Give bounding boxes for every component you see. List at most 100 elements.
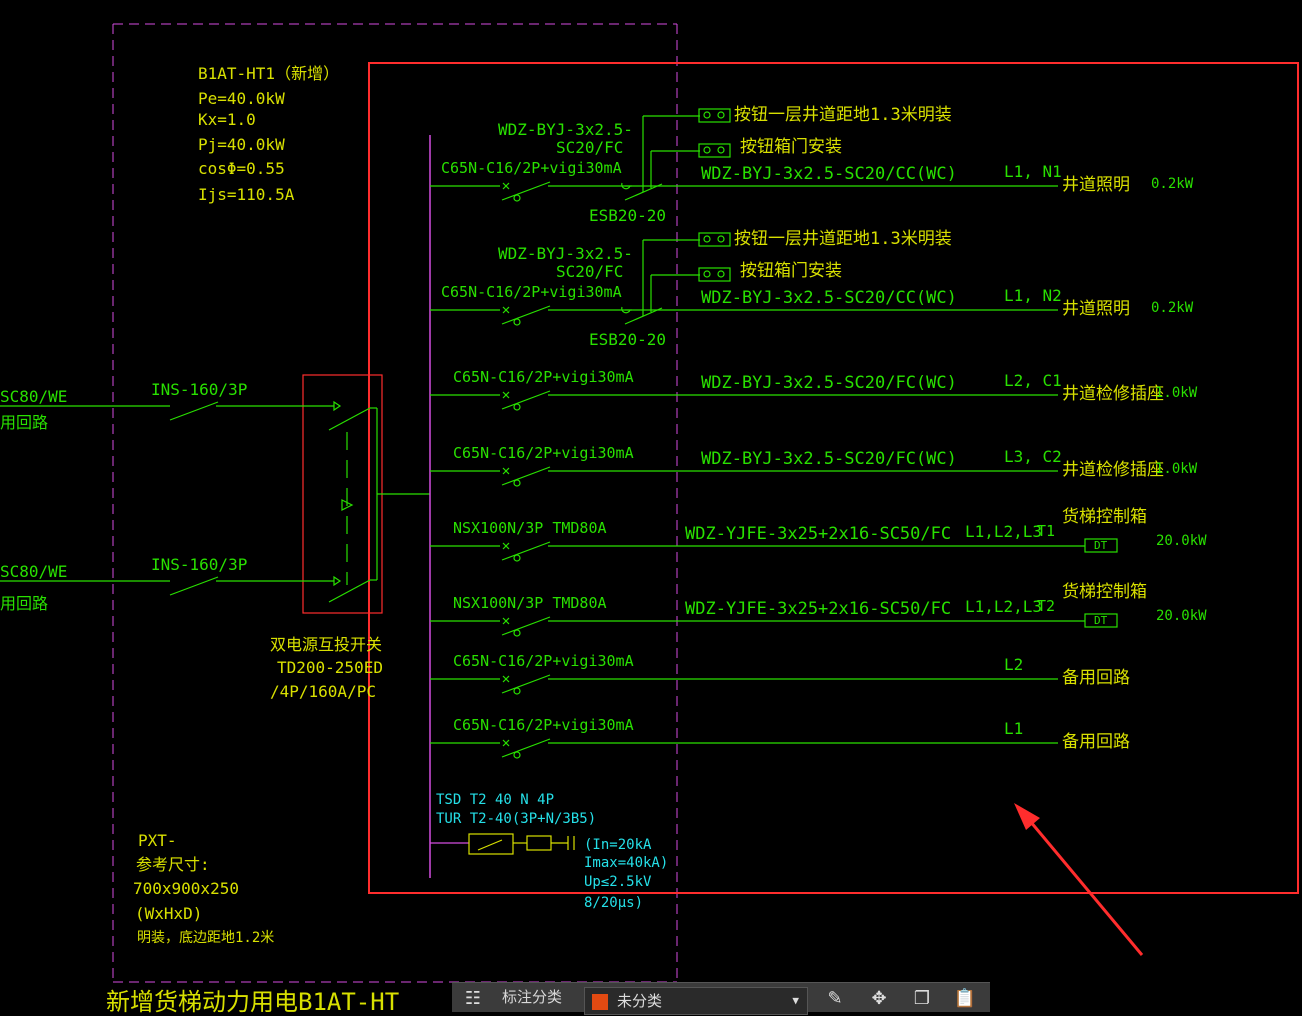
circuit-wire [501,674,551,694]
breaker-contact [717,270,725,278]
circuit-wire [501,390,551,410]
breaker-label: C65N-C16/2P+vigi30mA [453,444,634,462]
circuit-wire [501,738,551,758]
edit-icon[interactable]: ✎ [822,987,848,1011]
button-note-2: 按钮箱门安装 [740,261,842,281]
spd-line1: TSD T2 40 N 4P [436,792,555,808]
panel-ijs: Ijs=110.5A [198,185,295,204]
breaker-contact [513,194,521,202]
cable-label: WDZ-BYJ-3x2.5-SC20/FC(WC) [701,373,957,393]
breaker-contact [513,479,521,487]
breaker-contact [513,403,521,411]
bottom-title: 新增货梯动力用电B1AT-HT [106,988,400,1016]
load-name: 井道检修插座 [1062,460,1164,480]
button-note-1: 按钮一层井道距地1.3米明装 [734,105,952,125]
load-name: 井道照明 [1062,299,1130,319]
breaker-contact [513,318,521,326]
breaker-label: NSX100N/3P TMD80A [453,594,607,612]
copy-icon[interactable]: ❐ [909,987,935,1011]
spd-line6: 8/20μs) [584,895,644,911]
breaker-contact [513,751,521,759]
input-1-desc: 用回路 [0,413,49,432]
dt-label: DT [1094,539,1108,552]
phase-tag: T2 [1037,597,1056,615]
breaker-contact [513,687,521,695]
phase-label: L2 [1004,655,1024,674]
box-line4: (WxHxD) [135,904,203,923]
phase-label: L1 [1004,719,1024,738]
load-power: 20.0kW [1156,608,1207,624]
cable-top-label-2: SC20/FC [556,262,624,281]
category-label: 未分类 [617,992,663,1010]
phase-label: L1, N2 [1004,286,1062,305]
load-name: 货梯控制箱 [1062,582,1147,602]
breaker-label: NSX100N/3P TMD80A [453,519,607,537]
panel-name: B1AT-HT1（新增） [198,64,340,83]
breaker-contact [717,146,725,154]
phase-tag: T1 [1037,522,1056,540]
category-color-swatch [592,994,608,1010]
phase-label: L1,L2,L3 [965,522,1043,541]
box-line1: PXT- [138,831,177,850]
circuit-wire [501,541,551,561]
breaker-contact [513,629,521,637]
breaker-contact [717,235,725,243]
input-1-breaker: INS-160/3P [151,380,248,399]
load-power: 0.2kW [1151,300,1194,316]
circuit-wire [501,466,551,486]
load-power: 1.0kW [1155,461,1198,477]
load-name: 井道检修插座 [1062,384,1164,404]
spd-line5: Up≤2.5kV [584,874,652,890]
box-line5: 明装，底边距地1.2米 [137,930,275,946]
breaker-label: C65N-C16/2P+vigi30mA [453,716,634,734]
panel-pe: Pe=40.0kW [198,89,285,108]
cable-label: WDZ-BYJ-3x2.5-SC20/CC(WC) [701,164,957,184]
circuit-wire [501,181,551,201]
load-power: 0.2kW [1151,176,1194,192]
breaker-contact [703,270,711,278]
move-icon[interactable]: ✥ [866,987,892,1011]
box-line2: 参考尺寸: [136,855,210,874]
box-line3: 700x900x250 [133,879,239,898]
load-power: 20.0kW [1156,533,1207,549]
input-2-desc: 用回路 [0,594,49,613]
red-arrow [1014,803,1144,956]
dt-label: DT [1094,614,1108,627]
annotation-toolbar: ☷ 标注分类 未分类 ▼ ✎ ✥ ❐ 📋 [452,982,990,1015]
chevron-down-icon: ▼ [792,994,799,1007]
cable-label: WDZ-BYJ-3x2.5-SC20/FC(WC) [701,449,957,469]
phase-label: L3, C2 [1004,447,1062,466]
breaker-label: C65N-C16/2P+vigi30mA [441,283,622,301]
grid-icon[interactable]: ☷ [460,987,486,1011]
spd-line3: (In=20kA [584,837,652,853]
ats-box [302,374,383,614]
toolbar-label: 标注分类 [502,988,563,1006]
input-1-cable: SC80/WE [0,387,68,406]
spd-branch [430,833,575,855]
circuit-wire [501,616,551,636]
cable-label: WDZ-YJFE-3x25+2x16-SC50/FC [685,524,952,544]
cable-top-label: WDZ-BYJ-3x2.5- [498,244,633,263]
breaker-label: C65N-C16/2P+vigi30mA [453,368,634,386]
breaker-label: C65N-C16/2P+vigi30mA [441,159,622,177]
panel-cos: cosΦ=0.55 [198,159,285,178]
cable-top-label: WDZ-BYJ-3x2.5- [498,120,633,139]
paste-icon[interactable]: 📋 [952,987,978,1011]
ats-line3: /4P/160A/PC [270,682,376,701]
esb-label: ESB20-20 [589,206,667,225]
spd-line2: TUR T2-40(3P+N/3B5) [436,811,597,827]
esb-label: ESB20-20 [589,330,667,349]
phase-label: L1,L2,L3 [965,597,1043,616]
cable-label: WDZ-YJFE-3x25+2x16-SC50/FC [685,599,952,619]
breaker-contact [513,554,521,562]
load-name: 货梯控制箱 [1062,507,1147,527]
cable-label: WDZ-BYJ-3x2.5-SC20/CC(WC) [701,288,957,308]
breaker-contact [703,111,711,119]
breaker-contact [717,111,725,119]
load-name: 备用回路 [1062,668,1130,688]
phase-label: L1, N1 [1004,162,1062,181]
circuit-wire [501,305,551,325]
breaker-contact [703,146,711,154]
button-note-2: 按钮箱门安装 [740,137,842,157]
breaker-label: C65N-C16/2P+vigi30mA [453,652,634,670]
